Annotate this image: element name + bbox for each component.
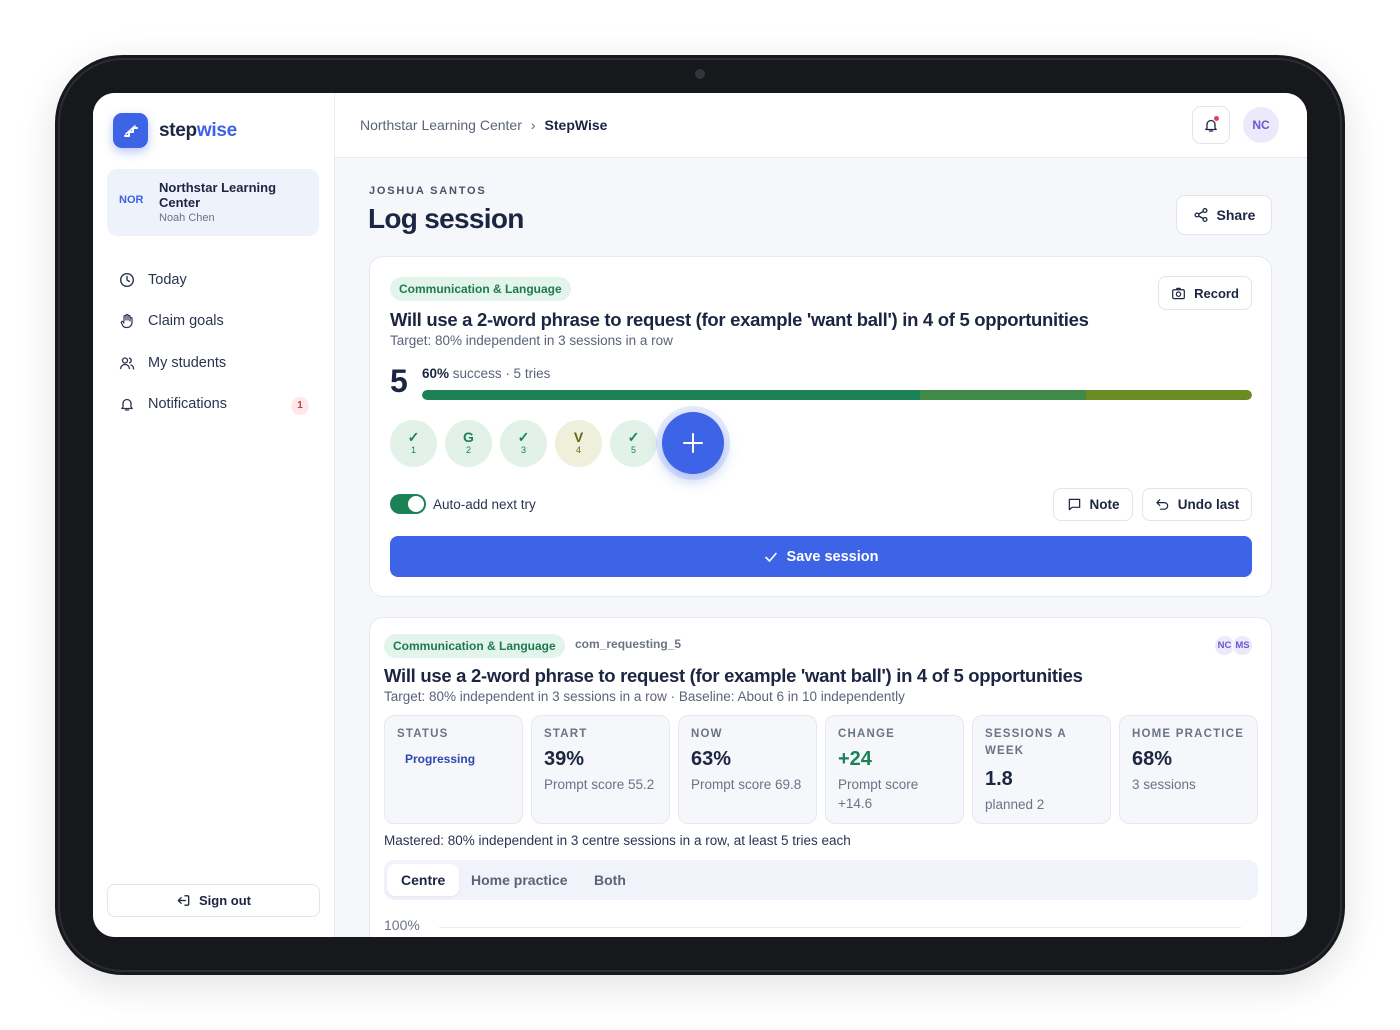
- camera-icon: [1172, 287, 1186, 299]
- note-label: Note: [1089, 497, 1120, 512]
- undo-label: Undo last: [1177, 497, 1240, 512]
- tab-centre[interactable]: Centre: [387, 864, 460, 896]
- undo-icon: [1156, 499, 1168, 510]
- sidebar-nav: Today Claim goals My students Notificati…: [107, 259, 319, 425]
- goal-title: Will use a 2-word phrase to request (for…: [384, 665, 1083, 686]
- note-button[interactable]: Note: [1053, 488, 1133, 521]
- avatar[interactable]: NC: [1243, 107, 1279, 143]
- goal-title: Will use a 2-word phrase to request (for…: [390, 309, 1089, 330]
- brand[interactable]: stepwise: [113, 113, 237, 148]
- clock-icon: [119, 272, 135, 287]
- domain-pill: Communication & Language: [390, 277, 571, 301]
- goal-stats: STATUS Progressing START 39% Prompt scor…: [384, 715, 1258, 824]
- org-badge: NOR: [119, 194, 144, 206]
- try-chip[interactable]: ✓ 1: [390, 420, 437, 467]
- sidebar-item-label: Notifications: [148, 396, 227, 413]
- tab-home-practice[interactable]: Home practice: [457, 864, 581, 896]
- status-badge: Progressing: [396, 749, 485, 769]
- sidebar-item-claim-goals[interactable]: Claim goals: [107, 301, 319, 343]
- breadcrumb-separator: ›: [530, 117, 536, 133]
- auto-add-toggle[interactable]: [390, 494, 426, 514]
- save-session-button[interactable]: Save session: [390, 536, 1252, 577]
- hand-icon: [120, 314, 133, 329]
- sidebar: stepwise NOR Northstar Learning Center N…: [93, 93, 335, 937]
- org-user: Noah Chen: [159, 212, 215, 224]
- stat-now: NOW 63% Prompt score 69.8: [678, 715, 817, 824]
- sidebar-item-label: My students: [148, 354, 227, 371]
- try-chip[interactable]: G2: [445, 420, 492, 467]
- stat-home-practice: HOME PRACTICE 68% 3 sessions: [1119, 715, 1258, 824]
- notifications-button[interactable]: [1192, 106, 1230, 144]
- share-icon: [1193, 207, 1208, 223]
- sidebar-item-label: Claim goals: [148, 313, 224, 330]
- camera-dot: [695, 69, 705, 79]
- chart-tabs: Centre Home practice Both: [384, 860, 1258, 900]
- plus-icon: [683, 433, 703, 453]
- notification-count-badge: 1: [291, 396, 309, 415]
- chart-axis-label: 100%: [384, 917, 420, 933]
- try-count: 5: [390, 363, 408, 399]
- share-label: Share: [1216, 207, 1256, 223]
- sidebar-item-notifications[interactable]: Notifications 1: [107, 384, 319, 426]
- breadcrumb-parent[interactable]: Northstar Learning Center: [360, 117, 522, 133]
- users-icon: [119, 357, 135, 370]
- comment-icon: [1068, 498, 1080, 511]
- page-title: Log session: [368, 203, 524, 234]
- avatar[interactable]: MS: [1232, 635, 1253, 656]
- try-chip[interactable]: ✓ 5: [610, 420, 657, 467]
- org-switcher[interactable]: NOR Northstar Learning Center Noah Chen: [107, 169, 319, 236]
- session-progress-fill: [422, 390, 1252, 400]
- app-screen: stepwise NOR Northstar Learning Center N…: [93, 93, 1307, 937]
- share-button[interactable]: Share: [1176, 195, 1272, 235]
- assigned-avatars: NC MS: [1214, 635, 1253, 656]
- session-progress-bar: [422, 390, 1252, 400]
- sidebar-item-my-students[interactable]: My students: [107, 342, 319, 384]
- success-rate: 60% success · 5 tries: [422, 366, 551, 381]
- unread-dot: [1214, 116, 1219, 121]
- breadcrumb-current: StepWise: [544, 117, 608, 133]
- stat-change: CHANGE +24 Prompt score +14.6: [825, 715, 964, 824]
- auto-add-label: Auto-add next try: [433, 497, 536, 512]
- chart-gridline: [439, 927, 1241, 928]
- sidebar-item-today[interactable]: Today: [107, 259, 319, 301]
- stat-status: STATUS Progressing: [384, 715, 523, 824]
- try-list: ✓ 1 G2 ✓ 3 V4 ✓ 5: [390, 420, 657, 467]
- goal-summary-card: Communication & Language com_requesting_…: [369, 617, 1272, 937]
- student-name: JOSHUA SANTOS: [369, 185, 487, 197]
- add-try-button[interactable]: [662, 412, 724, 474]
- undo-last-button[interactable]: Undo last: [1142, 488, 1252, 521]
- brand-name: stepwise: [159, 119, 237, 141]
- try-chip[interactable]: ✓ 3: [500, 420, 547, 467]
- goal-target-baseline: Target: 80% independent in 3 sessions in…: [384, 689, 905, 704]
- record-label: Record: [1194, 285, 1239, 301]
- domain-pill: Communication & Language: [384, 634, 565, 658]
- goal-code: com_requesting_5: [575, 637, 682, 651]
- breadcrumb: Northstar Learning Center › StepWise: [360, 117, 607, 133]
- org-name: Northstar Learning Center: [159, 180, 277, 210]
- sign-out-icon: [177, 895, 190, 906]
- try-chip[interactable]: V4: [555, 420, 602, 467]
- stat-sessions-per-week: SESSIONS A WEEK 1.8 planned 2: [972, 715, 1111, 824]
- stat-start: START 39% Prompt score 55.2: [531, 715, 670, 824]
- check-icon: [764, 552, 777, 562]
- bell-icon: [121, 399, 133, 411]
- sign-out-button[interactable]: Sign out: [107, 884, 320, 917]
- tablet-frame: stepwise NOR Northstar Learning Center N…: [55, 55, 1345, 975]
- sign-out-label: Sign out: [199, 893, 251, 908]
- goal-target: Target: 80% independent in 3 sessions in…: [390, 333, 673, 348]
- sidebar-item-label: Today: [148, 271, 187, 288]
- tab-both[interactable]: Both: [580, 864, 640, 896]
- record-button[interactable]: Record: [1158, 276, 1252, 310]
- stairs-logo-icon: [113, 113, 148, 148]
- session-logger-card: Communication & Language Record Will use…: [369, 256, 1272, 597]
- topbar: Northstar Learning Center › StepWise NC: [335, 93, 1307, 158]
- save-session-label: Save session: [786, 548, 879, 565]
- mastery-criteria: Mastered: 80% independent in 3 centre se…: [384, 833, 851, 848]
- main-content: JOSHUA SANTOS Log session Share Communic…: [335, 158, 1307, 937]
- toggle-knob: [408, 496, 424, 512]
